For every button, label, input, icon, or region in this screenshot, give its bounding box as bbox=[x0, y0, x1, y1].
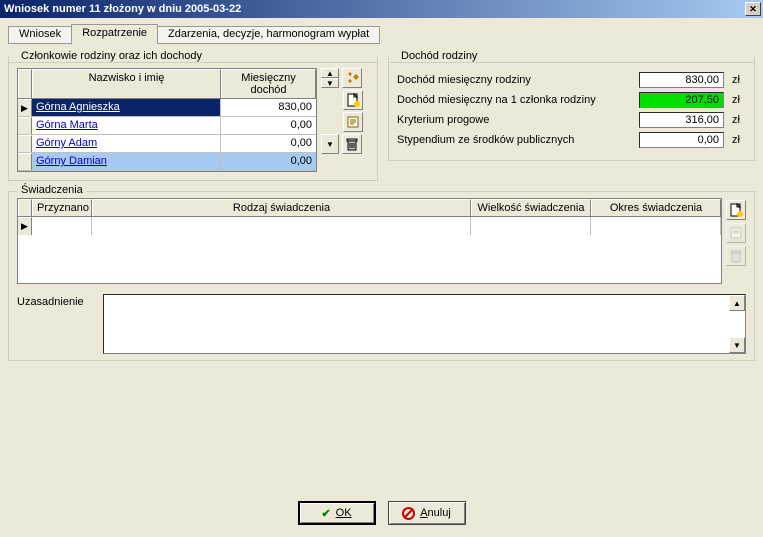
income-row: Kryterium progowe 316,00 zł bbox=[397, 112, 746, 128]
member-name[interactable]: Górna Marta bbox=[32, 117, 221, 134]
members-header-name[interactable]: Nazwisko i imię bbox=[32, 69, 221, 98]
income-label: Dochód miesięczny na 1 członka rodziny bbox=[397, 94, 631, 106]
swiadczenia-fieldset: Świadczenia Przyznano Rodzaj świadczenia… bbox=[8, 191, 755, 361]
sparkle-icon bbox=[345, 71, 359, 85]
income-label: Dochód miesięczny rodziny bbox=[397, 74, 631, 86]
row-indicator-icon bbox=[18, 135, 32, 152]
trash-icon bbox=[345, 137, 359, 151]
members-toolbar: ▲ ▼ bbox=[321, 68, 363, 172]
income-unit: zł bbox=[732, 74, 746, 86]
members-grid[interactable]: Nazwisko i imię Miesięczny dochód ▶ Górn… bbox=[17, 68, 317, 172]
income-unit: zł bbox=[732, 134, 746, 146]
uzasadnienie-textarea[interactable]: ▲ ▼ bbox=[103, 294, 746, 354]
table-row[interactable]: ▶ Górna Agnieszka 830,00 bbox=[18, 99, 316, 117]
row-indicator-icon: ▶ bbox=[18, 217, 32, 235]
member-name[interactable]: Górna Agnieszka bbox=[32, 99, 221, 116]
close-button[interactable]: ✕ bbox=[745, 2, 761, 16]
swiad-new-button[interactable] bbox=[726, 200, 746, 220]
scroll-icon bbox=[346, 115, 360, 129]
dialog-button-bar: ✔ OK Anuluj bbox=[0, 501, 763, 525]
members-header-income[interactable]: Miesięczny dochód bbox=[221, 69, 316, 98]
member-income[interactable]: 0,00 bbox=[221, 153, 316, 170]
income-label: Kryterium progowe bbox=[397, 114, 631, 126]
row-indicator-icon: ▶ bbox=[18, 99, 32, 116]
income-value[interactable]: 830,00 bbox=[639, 72, 724, 88]
delete-button[interactable] bbox=[342, 134, 362, 154]
new-page-button[interactable] bbox=[343, 90, 363, 110]
page-icon bbox=[346, 93, 360, 107]
spin-up-button[interactable]: ▲ bbox=[321, 68, 339, 78]
cancel-button[interactable]: Anuluj bbox=[388, 501, 466, 525]
titlebar: Wniosek numer 11 złożony w dniu 2005-03-… bbox=[0, 0, 763, 18]
swiadczenia-legend: Świadczenia bbox=[17, 184, 87, 196]
swiad-cell[interactable] bbox=[471, 217, 591, 235]
income-row: Dochód miesięczny na 1 członka rodziny 2… bbox=[397, 92, 746, 108]
window-title: Wniosek numer 11 złożony w dniu 2005-03-… bbox=[4, 3, 745, 15]
tab-wniosek[interactable]: Wniosek bbox=[8, 26, 72, 44]
row-indicator-icon bbox=[18, 117, 32, 134]
member-income[interactable]: 0,00 bbox=[221, 117, 316, 134]
scroll-up-button[interactable]: ▲ bbox=[729, 295, 745, 311]
tab-rozpatrzenie[interactable]: Rozpatrzenie bbox=[71, 24, 158, 42]
swiad-delete-button[interactable] bbox=[726, 246, 746, 266]
swiad-header-wielkosc[interactable]: Wielkość świadczenia bbox=[471, 199, 591, 216]
ok-button[interactable]: ✔ OK bbox=[298, 501, 376, 525]
uzasadnienie-label: Uzasadnienie bbox=[17, 294, 97, 308]
income-row: Stypendium ze środków publicznych 0,00 z… bbox=[397, 132, 746, 148]
table-row[interactable]: Górny Adam 0,00 bbox=[18, 135, 316, 153]
income-unit: zł bbox=[732, 94, 746, 106]
member-income[interactable]: 0,00 bbox=[221, 135, 316, 152]
spin-down-button[interactable]: ▼ bbox=[321, 78, 339, 88]
income-fieldset: Dochód rodziny Dochód miesięczny rodziny… bbox=[388, 50, 755, 161]
row-indicator-icon bbox=[18, 153, 32, 170]
check-icon: ✔ bbox=[321, 507, 330, 520]
table-row[interactable]: Górny Damian 0,00 bbox=[18, 153, 316, 171]
cancel-icon bbox=[402, 507, 415, 520]
scroll-down-button[interactable]: ▼ bbox=[729, 337, 745, 353]
members-header-selector bbox=[18, 69, 32, 98]
scroll-down-button[interactable]: ▼ bbox=[321, 134, 339, 154]
member-income[interactable]: 830,00 bbox=[221, 99, 316, 116]
income-value[interactable]: 207,50 bbox=[639, 92, 724, 108]
income-unit: zł bbox=[732, 114, 746, 126]
swiad-header-selector bbox=[18, 199, 32, 216]
swiad-header-okres[interactable]: Okres świadczenia bbox=[591, 199, 721, 216]
ok-button-label: OK bbox=[336, 507, 352, 519]
swiad-cell[interactable] bbox=[591, 217, 721, 235]
member-name[interactable]: Górny Damian bbox=[32, 153, 221, 170]
swiad-header-przyznano[interactable]: Przyznano bbox=[32, 199, 92, 216]
swiad-details-button[interactable] bbox=[726, 223, 746, 243]
income-row: Dochód miesięczny rodziny 830,00 zł bbox=[397, 72, 746, 88]
members-fieldset: Członkowie rodziny oraz ich dochody Nazw… bbox=[8, 50, 378, 181]
income-label: Stypendium ze środków publicznych bbox=[397, 134, 631, 146]
income-value[interactable]: 316,00 bbox=[639, 112, 724, 128]
details-button[interactable] bbox=[343, 112, 363, 132]
income-value[interactable]: 0,00 bbox=[639, 132, 724, 148]
swiad-cell[interactable] bbox=[32, 217, 92, 235]
members-legend: Członkowie rodziny oraz ich dochody bbox=[17, 50, 206, 62]
table-row[interactable]: Górna Marta 0,00 bbox=[18, 117, 316, 135]
swiadczenia-grid[interactable]: Przyznano Rodzaj świadczenia Wielkość św… bbox=[17, 198, 722, 284]
tab-zdarzenia[interactable]: Zdarzenia, decyzje, harmonogram wypłat bbox=[157, 26, 380, 44]
scroll-icon bbox=[729, 226, 743, 240]
trash-icon bbox=[729, 249, 743, 263]
swiad-header-rodzaj[interactable]: Rodzaj świadczenia bbox=[92, 199, 471, 216]
sparkle-button[interactable] bbox=[342, 68, 362, 88]
table-row[interactable]: ▶ bbox=[18, 217, 721, 235]
swiad-cell[interactable] bbox=[92, 217, 471, 235]
cancel-button-label: Anuluj bbox=[420, 507, 451, 519]
swiadczenia-toolbar bbox=[726, 200, 746, 284]
new-page-icon bbox=[729, 203, 743, 217]
member-name[interactable]: Górny Adam bbox=[32, 135, 221, 152]
tab-bar: Wniosek Rozpatrzenie Zdarzenia, decyzje,… bbox=[8, 24, 755, 42]
income-legend: Dochód rodziny bbox=[397, 50, 481, 62]
